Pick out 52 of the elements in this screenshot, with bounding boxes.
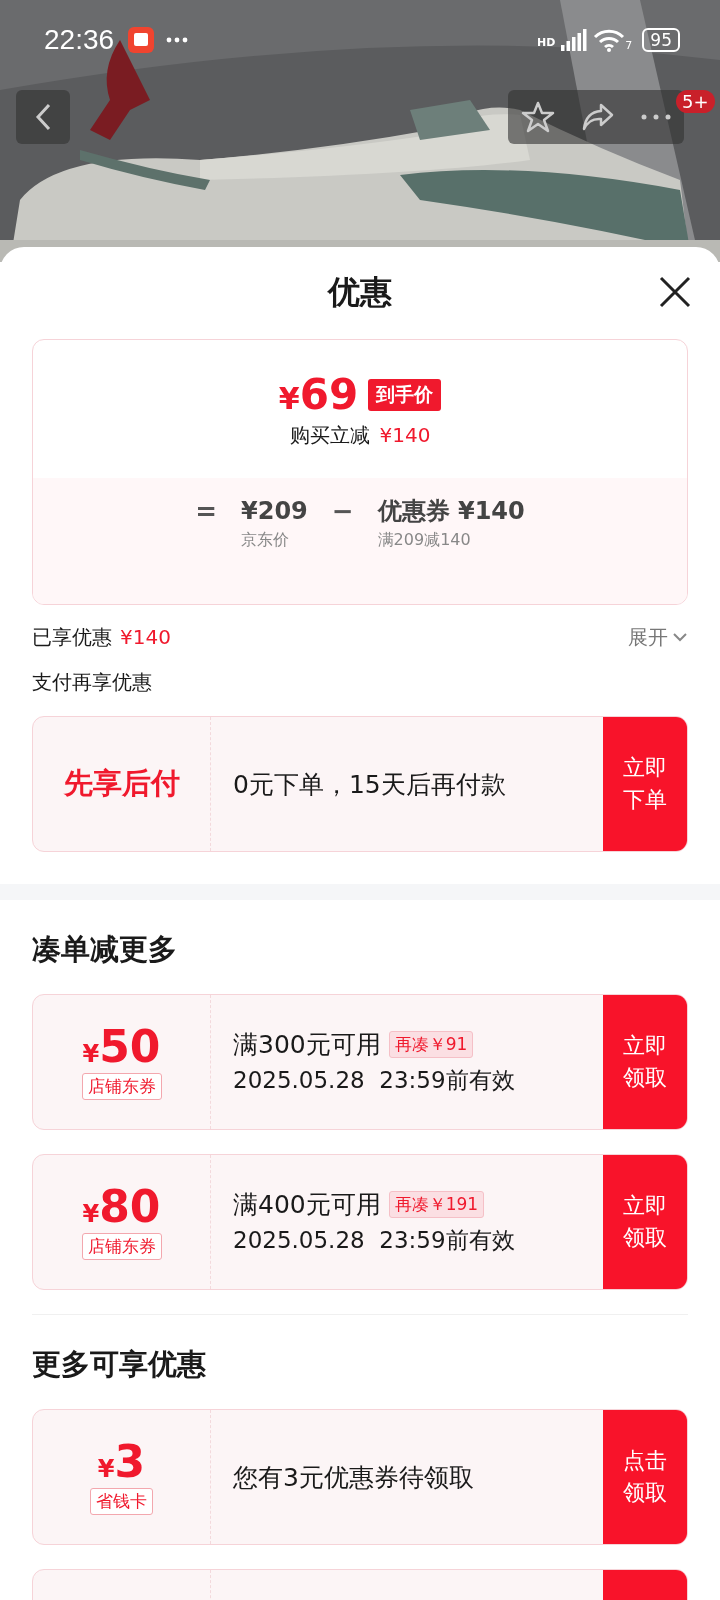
price-term: ¥209 <box>241 496 308 526</box>
coupon-text: 您有3元优惠券待领取 <box>233 1461 475 1494</box>
coupon-amount: ¥50 <box>82 1024 161 1069</box>
section-label: 支付再享优惠 <box>32 669 153 696</box>
discount-label: 已享优惠 <box>32 623 112 651</box>
signal-icon <box>561 29 588 51</box>
section-title: 更多可享优惠 <box>32 1346 207 1383</box>
chevron-down-icon <box>672 632 688 642</box>
payment-text: 0元下单，15天后再付款 <box>233 768 507 801</box>
term-caption: 京东价 <box>241 530 290 551</box>
claim-button[interactable]: 立即领取 <box>603 1155 687 1289</box>
order-button[interactable]: 立即下单 <box>603 717 687 851</box>
coupon-tag: 店铺东券 <box>81 1232 162 1260</box>
star-icon[interactable] <box>521 100 555 134</box>
coupon-tag: 省钱卡 <box>90 1487 153 1515</box>
battery-level: 95 <box>642 28 680 52</box>
coupon-tag: 店铺东券 <box>81 1072 162 1100</box>
more-icon <box>166 37 189 43</box>
coupon-hint: 再凑￥191 <box>388 1191 485 1218</box>
term-caption: 满209减140 <box>377 530 472 551</box>
coupon-validity: 2025.05.28 23:59前有效 <box>233 1066 516 1095</box>
payment-headline: 先享后付 <box>63 765 180 802</box>
close-icon[interactable] <box>658 275 692 309</box>
count-badge: 5+ <box>676 90 715 113</box>
price-tag: 到手价 <box>368 378 442 411</box>
saving-label: 购买立减 <box>289 421 370 449</box>
network-label: HD <box>537 36 556 49</box>
app-icon <box>128 27 155 53</box>
coupon-amount: ¥3 <box>97 1439 146 1484</box>
clock-time: 22:36 <box>44 24 115 56</box>
wifi-icon <box>593 28 626 52</box>
saving-amount: ¥140 <box>379 423 431 447</box>
share-icon[interactable] <box>581 102 615 132</box>
claim-button[interactable]: 点击领取 <box>603 1410 687 1544</box>
claim-button[interactable]: 立即领取 <box>603 995 687 1129</box>
chevron-left-icon <box>34 102 52 132</box>
price-term: 优惠券 ¥140 <box>377 496 525 526</box>
coupon-validity: 2025.05.28 23:59前有效 <box>233 1226 516 1255</box>
final-price: ¥69 <box>278 373 359 416</box>
operator-sign: − <box>331 496 354 526</box>
wifi-label: 7 <box>625 39 633 52</box>
coupon-amount: ¥80 <box>82 1184 161 1229</box>
sheet-title: 优惠 <box>328 272 392 313</box>
coupon-hint: 再凑￥91 <box>388 1031 474 1058</box>
coupon-condition: 满400元可用 <box>233 1189 381 1221</box>
section-title: 凑单减更多 <box>32 931 178 968</box>
discount-amount: ¥140 <box>120 625 171 649</box>
coupon-condition: 满300元可用 <box>233 1029 381 1061</box>
more-icon[interactable] <box>641 114 671 120</box>
operator-sign: = <box>195 496 217 526</box>
expand-toggle[interactable]: 展开 <box>628 623 688 651</box>
back-button[interactable] <box>16 90 70 144</box>
